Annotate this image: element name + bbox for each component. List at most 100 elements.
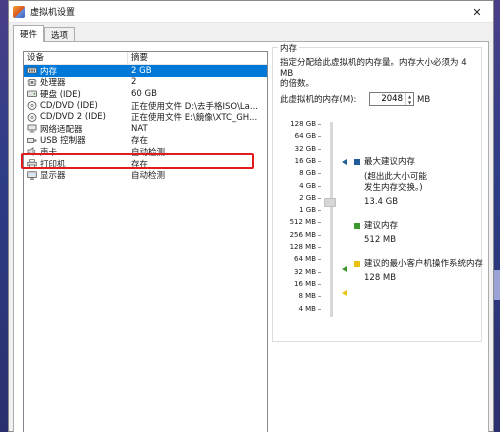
memory-icon [27, 66, 37, 75]
tab-hardware[interactable]: 硬件 [13, 25, 45, 42]
memory-slider-track[interactable] [330, 122, 333, 317]
scale-label: 64 MB [294, 255, 316, 264]
device-row-network-adapter[interactable]: 网络适配器 NAT [24, 123, 267, 135]
vmware-app-icon [13, 5, 25, 18]
device-row-sound-card[interactable]: 声卡 自动检测 [24, 146, 267, 158]
scale-label: 16 GB [294, 156, 316, 165]
tab-options[interactable]: 选项 [44, 27, 76, 42]
scale-label: 128 GB [290, 120, 316, 128]
memory-group-title: 内存 [278, 42, 300, 54]
memory-input[interactable] [370, 93, 405, 105]
scale-tick [318, 283, 321, 285]
device-row-hard-disk[interactable]: 硬盘 (IDE) 60 GB [24, 88, 267, 100]
device-row-cd-dvd-2[interactable]: CD/DVD 2 (IDE) 正在使用文件 E:\鏡像\XTC_GH... [24, 111, 267, 123]
scale-label: 8 MB [298, 292, 316, 301]
scale-label: 16 MB [294, 279, 316, 288]
memory-slider-thumb[interactable] [324, 198, 336, 207]
memory-description-line-1: 指定分配给此虚拟机的内存量。内存大小必须为 4 MB [280, 58, 467, 79]
guest-min-legend-icon [354, 261, 360, 267]
printer-icon [27, 159, 37, 168]
memory-description: 指定分配给此虚拟机的内存量。内存大小必须为 4 MB 的倍数。 [280, 58, 480, 90]
device-row-cd-dvd[interactable]: CD/DVD (IDE) 正在使用文件 D:\去手格ISO\La... [24, 100, 267, 112]
hard-disk-icon [27, 89, 37, 98]
device-name: 显示器 [40, 171, 66, 182]
max-recommended-value: 13.4 GB [364, 197, 399, 207]
device-row-processor[interactable]: 处理器 2 [24, 77, 267, 89]
recommended-title: 建议内存 [364, 221, 399, 231]
device-list[interactable]: 设备 摘要 内存 2 GB 处理器 2 硬盘 (IDE) 60 GB CD/DV… [23, 51, 268, 432]
memory-description-line-2: 的倍数。 [280, 79, 315, 89]
scale-tick [318, 136, 321, 138]
spin-buttons: ▲ ▼ [405, 93, 413, 105]
network-adapter-icon [27, 124, 37, 133]
memory-spinbox[interactable]: ▲ ▼ [369, 92, 414, 106]
max-recommended-title: 最大建议内存 [364, 157, 416, 167]
scale-label: 2 GB [299, 193, 316, 202]
device-name: 网络适配器 [40, 124, 83, 135]
max-recommended-note-2: 发生内存交换。) [364, 183, 423, 193]
device-summary: 存在 [131, 159, 149, 170]
scale-tick [318, 185, 321, 187]
scale-tick [318, 271, 321, 273]
desktop-background-left [0, 0, 8, 432]
guest-min-marker-icon [342, 290, 347, 296]
memory-unit: MB [417, 95, 431, 105]
device-name: 处理器 [40, 78, 66, 89]
device-name: CD/DVD 2 (IDE) [40, 112, 106, 123]
device-name: 声卡 [40, 147, 58, 158]
device-summary: 正在使用文件 D:\去手格ISO\La... [131, 101, 258, 112]
title-bar: 虚拟机设置 [9, 1, 493, 23]
device-row-memory[interactable]: 内存 2 GB [24, 65, 267, 77]
scale-tick [318, 234, 321, 236]
scale-tick [318, 259, 321, 261]
window-title: 虚拟机设置 [30, 8, 76, 18]
hardware-panel: 设备 摘要 内存 2 GB 处理器 2 硬盘 (IDE) 60 GB CD/DV… [13, 41, 489, 432]
scale-tick [318, 148, 321, 150]
scale-label: 128 MB [289, 243, 316, 251]
close-button[interactable]: ✕ [467, 4, 487, 20]
device-summary: 自动检测 [131, 171, 166, 182]
device-row-printer[interactable]: 打印机 存在 [24, 158, 267, 170]
recommended-marker-icon [342, 266, 347, 272]
scale-label: 512 MB [289, 218, 316, 227]
device-summary: NAT [131, 123, 148, 134]
device-row-display[interactable]: 显示器 自动检测 [24, 169, 267, 181]
column-header-summary[interactable]: 摘要 [128, 52, 267, 64]
column-header-device[interactable]: 设备 [24, 52, 128, 64]
device-row-usb-controller[interactable]: USB 控制器 存在 [24, 135, 267, 147]
device-summary: 存在 [131, 136, 149, 147]
cd-dvd-icon [27, 112, 37, 122]
vm-settings-dialog: 虚拟机设置 ✕ 硬件 选项 设备 摘要 内存 2 GB 处理器 2 硬盘 (ID… [8, 0, 494, 432]
cpu-icon [27, 78, 37, 87]
scale-label: 4 MB [298, 304, 316, 313]
guest-min-value: 128 MB [364, 273, 397, 283]
device-name: CD/DVD (IDE) [40, 100, 98, 111]
scale-label: 8 GB [299, 169, 316, 178]
device-summary: 自动检测 [131, 147, 166, 158]
device-list-header: 设备 摘要 [24, 52, 267, 65]
memory-field-label: 此虚拟机的内存(M): [280, 95, 357, 105]
tab-strip: 硬件 选项 [13, 25, 76, 42]
scale-label: 256 MB [289, 230, 316, 239]
device-name: 硬盘 (IDE) [40, 89, 81, 100]
desktop-background-right [494, 0, 500, 432]
scale-tick [318, 222, 321, 224]
recommended-legend-icon [354, 223, 360, 229]
scale-tick [318, 124, 321, 125]
device-summary: 2 [131, 77, 137, 88]
guest-min-title: 建议的最小客户机操作系统内存 [364, 259, 484, 269]
sound-card-icon [27, 147, 37, 157]
max-recommended-note-1: (超出此大小可能 [364, 172, 427, 182]
max-recommended-legend-icon [354, 159, 360, 165]
spin-down-icon[interactable]: ▼ [406, 99, 413, 105]
max-recommended-marker-icon [342, 159, 347, 165]
recommended-value: 512 MB [364, 235, 397, 245]
device-summary: 正在使用文件 E:\鏡像\XTC_GH... [131, 113, 258, 124]
device-summary: 2 GB [131, 65, 152, 76]
device-name: 内存 [40, 66, 58, 77]
scale-tick [318, 210, 321, 212]
scale-tick [318, 160, 321, 162]
scale-label: 4 GB [299, 181, 316, 190]
device-name: USB 控制器 [40, 136, 86, 147]
device-name: 打印机 [40, 159, 66, 170]
